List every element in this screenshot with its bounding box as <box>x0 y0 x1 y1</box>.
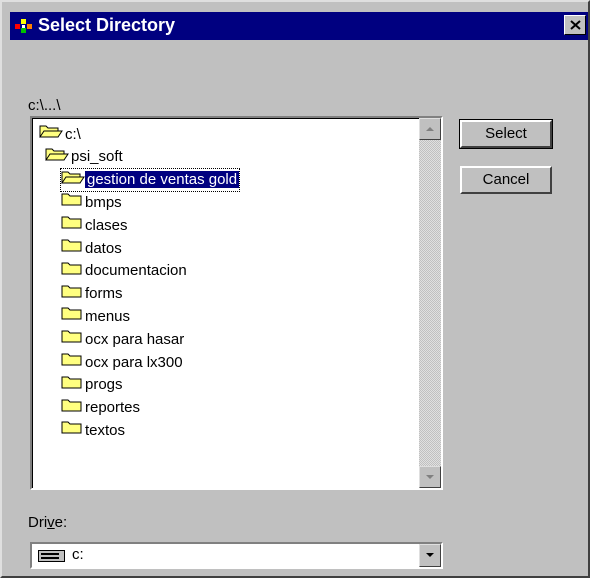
cancel-button[interactable]: Cancel <box>460 166 552 194</box>
folder-closed-icon <box>61 328 83 351</box>
directory-item[interactable]: menus <box>61 305 132 327</box>
directory-item-label: documentacion <box>85 262 187 280</box>
drive-label-accelerator: v <box>47 514 55 531</box>
directory-item-label: textos <box>85 421 126 439</box>
scroll-up-button[interactable] <box>419 118 441 140</box>
directory-item-label: menus <box>85 307 131 325</box>
folder-closed-icon <box>61 374 83 397</box>
directory-item[interactable]: bmps <box>61 191 124 213</box>
drive-dropdown-button[interactable] <box>419 544 441 567</box>
app-icon <box>14 17 34 35</box>
folder-closed-icon <box>61 214 83 237</box>
directory-listbox[interactable]: c:\ psi_softgestion de ventas gold bmps cla… <box>30 116 443 490</box>
directory-item[interactable]: reportes <box>61 397 142 419</box>
directory-item-label: bmps <box>85 193 122 211</box>
drive-select[interactable]: c: <box>30 542 443 569</box>
folder-closed-icon <box>61 260 83 283</box>
directory-item[interactable]: progs <box>61 374 125 396</box>
directory-item[interactable]: datos <box>61 237 124 259</box>
current-path-label: c:\...\ <box>28 97 61 114</box>
select-directory-dialog: Select Directory c:\...\ c:\ psi_softgest… <box>0 0 590 578</box>
directory-item-label: clases <box>85 216 128 234</box>
directory-item[interactable]: textos <box>61 419 127 441</box>
folder-closed-icon <box>61 191 83 214</box>
chevron-down-icon <box>426 553 434 557</box>
folder-closed-icon <box>61 397 83 420</box>
directory-item[interactable]: ocx para lx300 <box>61 351 185 373</box>
title-bar[interactable]: Select Directory <box>10 12 588 40</box>
arrow-up-icon <box>426 127 434 131</box>
directory-item-label: ocx para lx300 <box>85 353 183 371</box>
close-button[interactable] <box>564 15 586 35</box>
directory-item[interactable]: ocx para hasar <box>61 328 186 350</box>
folder-open-icon <box>61 169 85 192</box>
directory-item-label: reportes <box>85 399 141 417</box>
directory-item-label: datos <box>85 239 122 257</box>
directory-item-label: c:\ <box>65 125 81 143</box>
drive-label-prefix: Dri <box>28 514 48 531</box>
directory-item[interactable]: gestion de ventas gold <box>59 167 241 192</box>
directory-item-label: forms <box>85 285 123 303</box>
drive-label: Drive: <box>28 514 67 531</box>
folder-closed-icon <box>61 305 83 328</box>
directory-item-label: gestion de ventas gold <box>85 171 240 189</box>
arrow-down-icon <box>426 475 434 479</box>
window-title: Select Directory <box>38 15 176 35</box>
close-icon <box>570 20 581 30</box>
drive-icon <box>38 549 66 567</box>
directory-item[interactable]: forms <box>61 283 125 305</box>
drive-value: c: <box>72 546 84 563</box>
folder-closed-icon <box>61 283 83 306</box>
directory-item-label: psi_soft <box>71 148 123 166</box>
folder-open-icon <box>39 123 63 146</box>
scroll-down-button[interactable] <box>419 466 441 488</box>
drive-label-suffix: e: <box>54 514 68 531</box>
folder-closed-icon <box>61 419 83 442</box>
folder-closed-icon <box>61 237 83 260</box>
folder-closed-icon <box>61 351 83 374</box>
directory-item[interactable]: psi_soft <box>45 146 125 168</box>
vertical-scrollbar[interactable] <box>419 118 441 488</box>
folder-open-icon <box>45 146 69 169</box>
select-button[interactable]: Select <box>459 119 553 149</box>
directory-item-label: ocx para hasar <box>85 330 185 348</box>
directory-item[interactable]: c:\ <box>39 123 83 145</box>
directory-item[interactable]: clases <box>61 214 130 236</box>
directory-item[interactable]: documentacion <box>61 260 189 282</box>
directory-item-label: progs <box>85 376 123 394</box>
